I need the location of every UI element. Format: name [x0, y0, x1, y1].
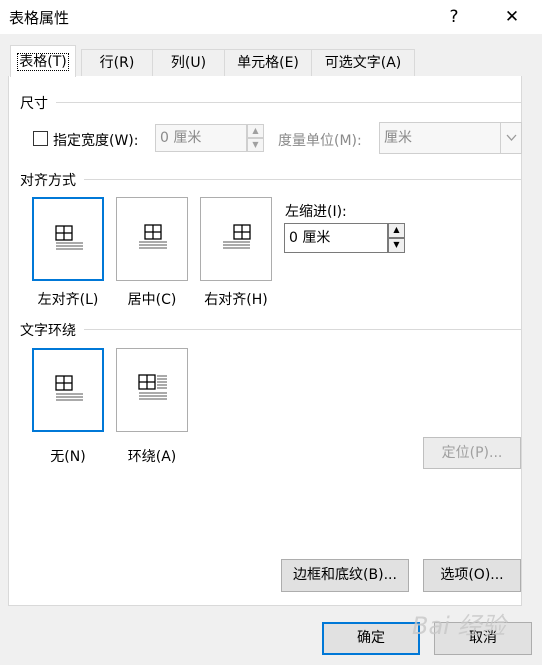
align-right-label: 右对齐(H) [204, 292, 268, 308]
alignment-section-label: 对齐方式 [20, 170, 80, 190]
tab-label: 表格(T) [17, 53, 69, 71]
ok-button[interactable]: 确定 [322, 622, 420, 655]
tab-cell[interactable]: 单元格(E) [224, 49, 312, 76]
wrap-around-icon [138, 374, 167, 400]
positioning-button[interactable]: 定位(P)... [423, 437, 521, 469]
measure-in-label: 度量单位(M): [278, 133, 362, 149]
align-center-icon [139, 224, 167, 249]
wrap-around-option[interactable] [116, 348, 188, 432]
wrapping-section-label: 文字环绕 [20, 320, 80, 340]
dropdown-arrow[interactable] [500, 123, 522, 153]
indent-field[interactable]: 0 厘米 [284, 223, 388, 253]
align-center-label: 居中(C) [127, 292, 177, 308]
close-button[interactable]: ✕ [490, 0, 534, 34]
wrap-none-icon [55, 375, 83, 401]
baidu-watermark: Bai 经验 [412, 612, 506, 640]
align-center-option[interactable] [116, 197, 188, 281]
wrap-none-option[interactable] [32, 348, 104, 432]
tab-column[interactable]: 列(U) [152, 49, 225, 76]
align-left-icon [55, 225, 83, 250]
tab-row[interactable]: 行(R) [81, 49, 153, 76]
preferred-width-field[interactable]: 0 厘米 [155, 124, 247, 152]
divider [84, 179, 522, 180]
wrap-none-label: 无(N) [50, 449, 86, 465]
tab-table[interactable]: 表格(T) [10, 45, 76, 77]
wrap-around-label: 环绕(A) [127, 449, 177, 465]
divider [56, 102, 522, 103]
align-right-option[interactable] [200, 197, 272, 281]
options-button[interactable]: 选项(O)... [423, 559, 521, 592]
dialog-title: 表格属性 [9, 9, 70, 27]
width-spin-down[interactable]: ▼ [247, 138, 264, 152]
chevron-down-icon [506, 134, 517, 141]
preferred-width-checkbox[interactable] [33, 131, 48, 146]
help-button[interactable]: ? [432, 0, 476, 34]
align-right-icon [223, 224, 251, 249]
measure-in-value: 厘米 [384, 130, 412, 146]
size-section-label: 尺寸 [20, 93, 52, 113]
indent-spin-up[interactable]: ▲ [388, 223, 405, 238]
indent-label: 左缩进(I): [285, 204, 347, 220]
width-spin-up[interactable]: ▲ [247, 124, 264, 138]
tab-panel [8, 76, 522, 606]
preferred-width-label: 指定宽度(W): [53, 133, 139, 149]
indent-spin-down[interactable]: ▼ [388, 238, 405, 253]
align-left-option[interactable] [32, 197, 104, 281]
tab-alt-text[interactable]: 可选文字(A) [311, 49, 415, 76]
divider [84, 329, 522, 330]
align-left-label: 左对齐(L) [37, 292, 99, 308]
borders-shading-button[interactable]: 边框和底纹(B)... [281, 559, 409, 592]
